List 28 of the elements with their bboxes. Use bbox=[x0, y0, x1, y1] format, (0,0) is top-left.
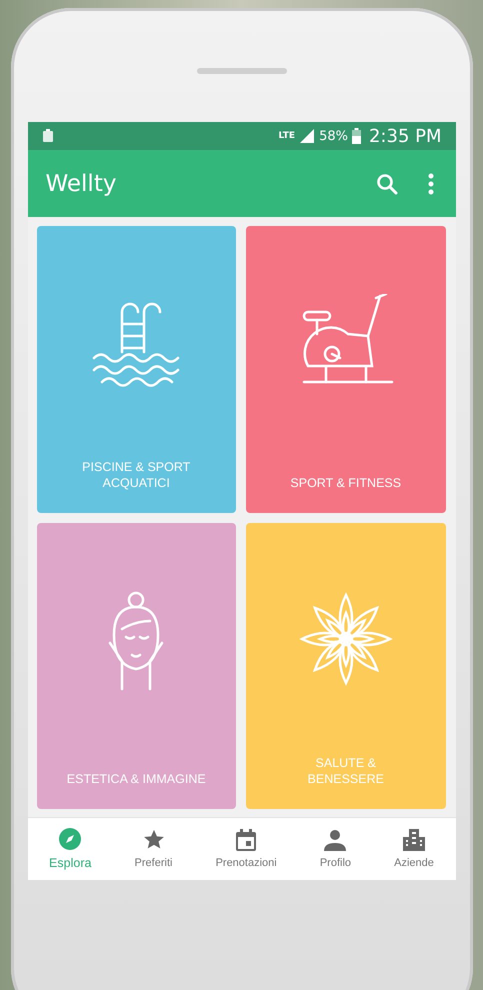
more-options-icon[interactable] bbox=[428, 172, 434, 194]
nav-tab[interactable]: Preferiti bbox=[132, 825, 174, 873]
category-label: SPORT & FITNESS bbox=[289, 474, 402, 490]
app-title: Wellty bbox=[46, 170, 118, 196]
category-label: PISCINE & SPORT ACQUATICI bbox=[81, 458, 192, 490]
category-card[interactable]: SPORT & FITNESS bbox=[246, 226, 446, 512]
signal-icon bbox=[299, 129, 316, 143]
category-card[interactable]: SALUTE & BENESSERE bbox=[246, 522, 446, 809]
star-icon bbox=[142, 829, 164, 851]
battery-saver-icon bbox=[42, 129, 54, 143]
category-label: SALUTE & BENESSERE bbox=[306, 755, 385, 787]
category-card[interactable]: ESTETICA & IMMAGINE bbox=[36, 522, 236, 809]
nav-tab[interactable]: Esplora bbox=[47, 824, 94, 874]
nav-tab[interactable]: Profilo bbox=[318, 825, 354, 873]
building-icon bbox=[403, 829, 425, 851]
category-label: ESTETICA & IMMAGINE bbox=[66, 771, 206, 787]
clock-time: 2:35 PM bbox=[368, 126, 442, 146]
compass-icon bbox=[59, 828, 82, 850]
nav-tab[interactable]: Prenotazioni bbox=[214, 825, 279, 873]
category-card[interactable]: PISCINE & SPORT ACQUATICI bbox=[36, 226, 236, 512]
person-icon bbox=[324, 829, 346, 851]
calendar-icon bbox=[236, 829, 256, 851]
battery-icon bbox=[352, 128, 361, 144]
network-type: LTE bbox=[278, 131, 296, 141]
nav-tab[interactable]: Aziende bbox=[392, 825, 436, 873]
search-icon[interactable] bbox=[376, 172, 398, 194]
battery-percent: 58% bbox=[319, 128, 348, 144]
lotus-flower-icon bbox=[298, 590, 394, 686]
